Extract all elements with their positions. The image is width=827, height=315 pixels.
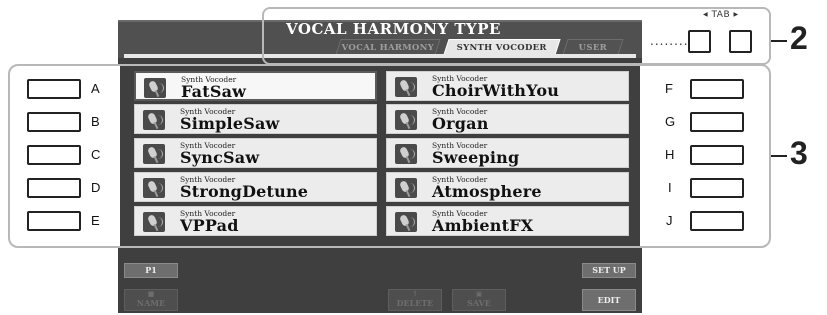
name-button-label: NAME [136,298,166,308]
button-d-label: D [91,180,101,195]
button-i-label: I [668,180,672,195]
save-disk-icon: ▣ [475,289,483,298]
microphone-icon [143,110,165,130]
delete-button-label: DELETE [396,298,434,308]
button-b-label: B [91,114,100,129]
button-b[interactable] [27,112,81,132]
button-f[interactable] [690,79,744,99]
microphone-icon [143,144,165,164]
microphone-icon [395,144,417,164]
voice-name: SimpleSaw [180,114,280,133]
voice-item-simplesaw[interactable]: Synth Vocoder SimpleSaw [134,104,377,134]
button-c-label: C [91,147,101,162]
microphone-icon [395,178,417,198]
voice-item-vppad[interactable]: Synth Vocoder VPPad [134,206,377,236]
microphone-icon [395,212,417,232]
microphone-icon [395,110,417,130]
voice-item-strongdetune[interactable]: Synth Vocoder StrongDetune [134,172,377,202]
button-h-label: H [665,147,675,162]
button-g[interactable] [690,112,744,132]
lower-band [118,248,642,260]
button-c[interactable] [27,145,81,165]
tab-text: TAB [711,10,731,20]
voice-name: SyncSaw [180,148,260,167]
button-i[interactable] [690,178,744,198]
voice-item-sweeping[interactable]: Synth Vocoder Sweeping [386,138,629,168]
button-d[interactable] [27,178,81,198]
voice-name: AmbientFX [432,216,534,235]
name-button[interactable]: ■ NAME [124,289,178,311]
voice-item-choirwithyou[interactable]: Synth Vocoder ChoirWithYou [386,71,629,101]
delete-arrow-icon: ↑ [412,289,418,298]
delete-button[interactable]: ↑ DELETE [388,289,442,311]
voice-item-syncsaw[interactable]: Synth Vocoder SyncSaw [134,138,377,168]
voice-name: Atmosphere [432,182,542,201]
save-button-label: SAVE [467,298,491,308]
callout-number-3: 3 [790,135,808,171]
voice-name: StrongDetune [180,182,309,201]
button-f-label: F [665,81,673,96]
voice-item-ambientfx[interactable]: Synth Vocoder AmbientFX [386,206,629,236]
button-a[interactable] [27,79,81,99]
button-g-label: G [665,114,676,129]
callout-number-2: 2 [790,20,808,56]
triangle-left-icon: ◀ [703,11,709,18]
tab-right-button[interactable] [729,30,752,53]
button-j[interactable] [690,211,744,231]
microphone-icon [143,178,165,198]
voice-item-atmosphere[interactable]: Synth Vocoder Atmosphere [386,172,629,202]
edit-button[interactable]: EDIT [582,289,636,311]
page-1-button[interactable]: P1 [124,263,178,278]
setup-button[interactable]: SET UP [582,263,636,278]
tab-label-group: ◀ TAB ▶ [703,10,739,20]
button-a-label: A [91,81,100,96]
button-e[interactable] [27,211,81,231]
leader-dots: ........ [650,34,689,48]
voice-item-organ[interactable]: Synth Vocoder Organ [386,104,629,134]
microphone-icon [143,212,165,232]
voice-name: Organ [432,114,489,133]
voice-name: Sweeping [432,148,520,167]
voice-name: FatSaw [181,82,247,101]
button-h[interactable] [690,145,744,165]
voice-item-fatsaw[interactable]: Synth Vocoder FatSaw [134,71,377,101]
button-e-label: E [91,213,100,228]
name-glyph-icon: ■ [147,289,155,298]
triangle-right-icon: ▶ [733,11,739,18]
microphone-icon [395,77,417,97]
microphone-icon [144,78,166,98]
save-button[interactable]: ▣ SAVE [452,289,506,311]
tab-left-button[interactable] [688,30,711,53]
voice-name: VPPad [180,216,239,235]
voice-name: ChoirWithYou [432,81,560,100]
button-j-label: J [666,213,673,228]
callout-leader-line [771,40,787,42]
callout-leader-line [771,155,787,157]
